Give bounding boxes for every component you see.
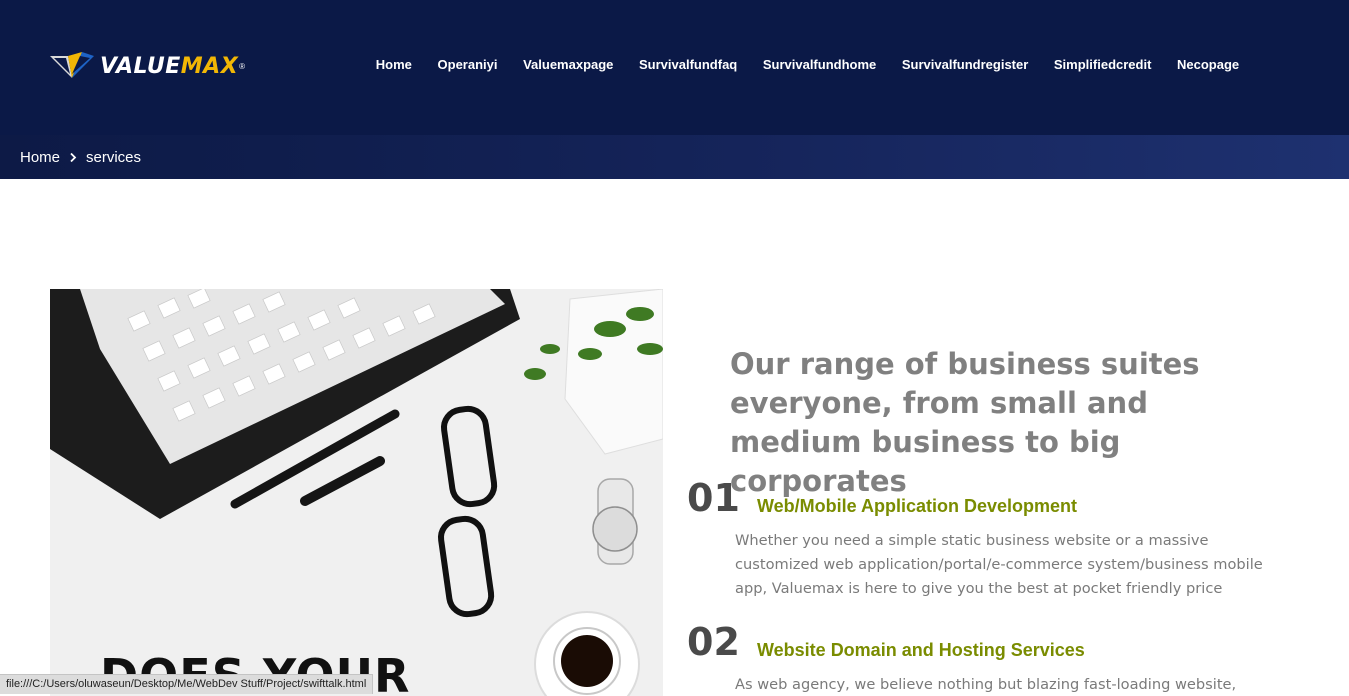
service-number: 02 — [687, 620, 740, 664]
browser-status-bar: file:///C:/Users/oluwaseun/Desktop/Me/We… — [0, 674, 374, 694]
logo-wordmark-accent: MAX — [180, 53, 239, 79]
main-nav: Home Operaniyi Valuemaxpage Survivalfund… — [363, 57, 1252, 72]
desk-photo: DOES YOUR — [50, 289, 663, 696]
nav-item-valuemaxpage[interactable]: Valuemaxpage — [510, 57, 626, 72]
logo-wordmark-main: VALUE — [100, 53, 181, 79]
registered-mark: ® — [239, 61, 246, 71]
chevron-right-icon — [69, 152, 77, 163]
desk-illustration — [50, 289, 663, 696]
breadcrumb: Home services — [0, 135, 1349, 179]
nav-item-simplifiedcredit[interactable]: Simplifiedcredit — [1041, 57, 1164, 72]
site-header: VALUEMAX ® Home Operaniyi Valuemaxpage S… — [0, 0, 1349, 135]
service-title: Web/Mobile Application Development — [757, 496, 1078, 516]
breadcrumb-home-link[interactable]: Home — [20, 149, 60, 166]
valuemax-logo-icon — [50, 52, 94, 78]
nav-item-survivalfundfaq[interactable]: Survivalfundfaq — [626, 57, 750, 72]
service-number: 01 — [687, 476, 740, 520]
services-headline: Our range of business suites everyone, f… — [730, 347, 1200, 498]
nav-item-operaniyi[interactable]: Operaniyi — [425, 57, 511, 72]
nav-item-survivalfundregister[interactable]: Survivalfundregister — [889, 57, 1041, 72]
breadcrumb-current: services — [86, 148, 142, 166]
nav-item-home[interactable]: Home — [363, 57, 425, 72]
logo-wordmark: VALUEMAX — [100, 54, 238, 79]
site-logo[interactable]: VALUEMAX ® — [48, 44, 245, 88]
nav-item-necopage[interactable]: Necopage — [1164, 57, 1252, 72]
service-description: Whether you need a simple static busines… — [735, 532, 1263, 597]
service-title: Website Domain and Hosting Services — [757, 640, 1085, 660]
nav-item-survivalfundhome[interactable]: Survivalfundhome — [750, 57, 889, 72]
service-description: As web agency, we believe nothing but bl… — [735, 676, 1237, 693]
